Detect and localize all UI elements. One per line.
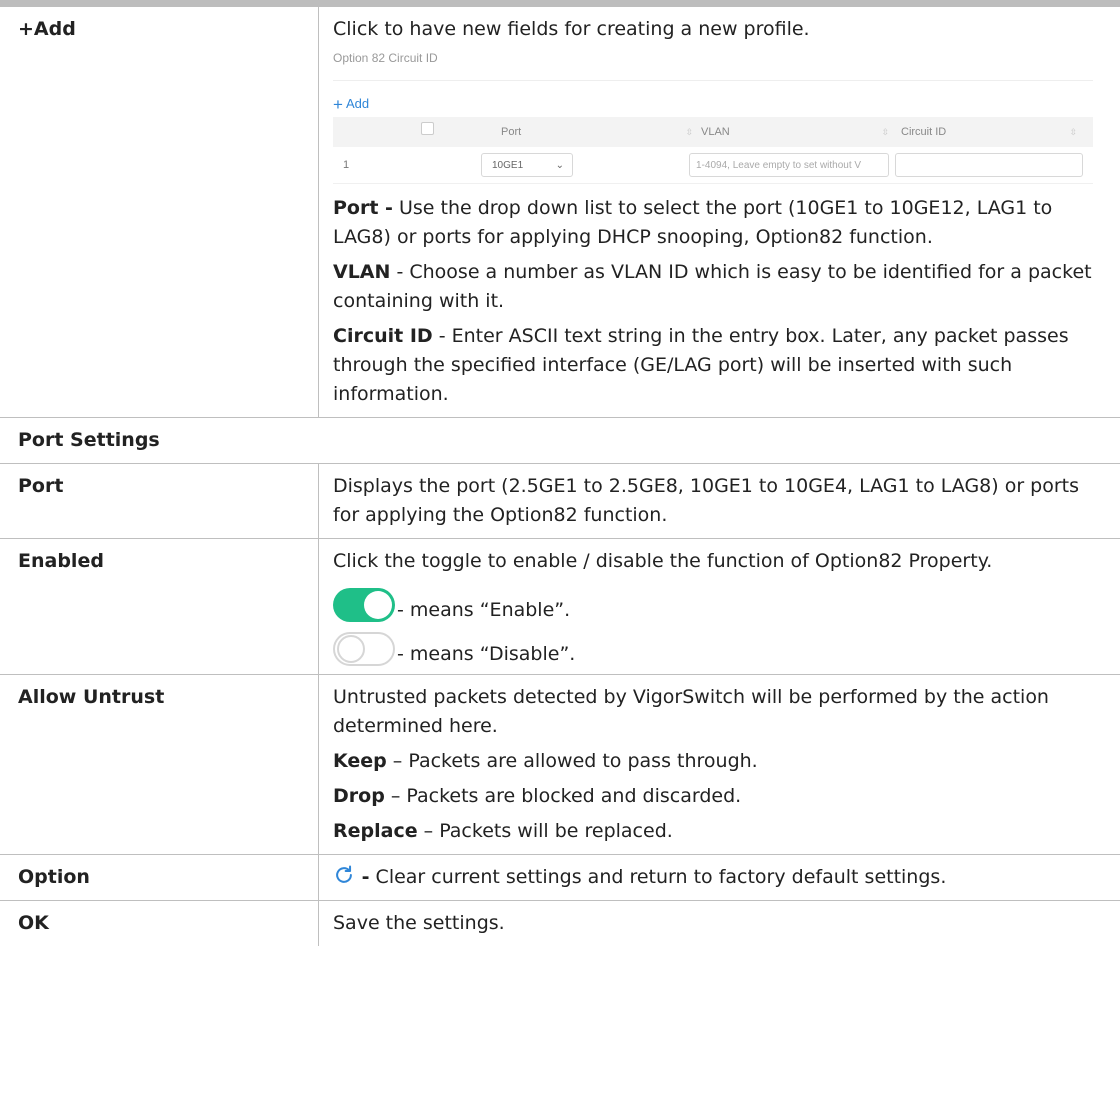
chevron-down-icon: ⌄ <box>555 159 564 171</box>
sort-icon[interactable]: ⇳ <box>685 118 693 147</box>
allow-item-keep: Keep – Packets are allowed to pass throu… <box>333 747 1108 776</box>
shot-divider <box>333 80 1093 81</box>
enable-text: - means “Enable”. <box>397 599 571 621</box>
sort-icon[interactable]: ⇳ <box>1069 118 1077 147</box>
disable-text: - means “Disable”. <box>397 643 576 665</box>
shot-header-vlan: VLAN ⇳ <box>701 118 901 147</box>
toggle-on-icon <box>333 588 395 622</box>
shot-table-row: 1 10GE1 ⌄ 1-4094, Leave empty to set wit… <box>333 147 1093 184</box>
section-title: Port Settings <box>18 429 160 451</box>
enabled-text: Click the toggle to enable / disable the… <box>333 550 993 572</box>
enable-line: - means “Enable”. <box>333 582 1108 622</box>
add-intro: Click to have new fields for creating a … <box>333 18 810 40</box>
option-text: Clear current settings and return to fac… <box>369 866 947 888</box>
add-item-circuit: Circuit ID - Enter ASCII text string in … <box>333 322 1108 409</box>
add-item-vlan: VLAN - Choose a number as VLAN ID which … <box>333 258 1108 316</box>
row-index: 1 <box>343 158 350 171</box>
row-option: Option - Clear current settings and retu… <box>0 854 1120 901</box>
text-vlan: - Choose a number as VLAN ID which is ea… <box>333 261 1092 312</box>
text-keep: – Packets are allowed to pass through. <box>386 750 758 772</box>
top-border <box>0 0 1120 7</box>
vlan-input-cell: 1-4094, Leave empty to set without V <box>689 153 895 177</box>
sort-icon[interactable]: ⇳ <box>881 118 889 147</box>
row-desc-option: - Clear current settings and return to f… <box>319 855 1120 901</box>
header-port-label: Port <box>501 125 522 138</box>
text-circuit: - Enter ASCII text string in the entry b… <box>333 325 1069 405</box>
allow-item-replace: Replace – Packets will be replaced. <box>333 817 1108 846</box>
shot-header-circuit: Circuit ID ⇳ <box>901 118 1091 147</box>
term-vlan: VLAN <box>333 261 391 283</box>
allow-text: Untrusted packets detected by VigorSwitc… <box>333 686 1049 737</box>
row-enabled: Enabled Click the toggle to enable / dis… <box>0 538 1120 675</box>
header-circuit-label: Circuit ID <box>901 125 947 138</box>
term-port: Port - <box>333 197 393 219</box>
port-select-value: 10GE1 <box>492 159 524 171</box>
row-label-add: +Add <box>0 7 319 418</box>
text-replace: – Packets will be replaced. <box>417 820 673 842</box>
port-select[interactable]: 10GE1 ⌄ <box>481 153 573 177</box>
row-port: Port Displays the port (2.5GE1 to 2.5GE8… <box>0 463 1120 539</box>
shot-header-select <box>333 118 501 147</box>
row-label-ok: OK <box>0 900 319 946</box>
text-port: Use the drop down list to select the por… <box>333 197 1053 248</box>
row-label-enabled: Enabled <box>0 538 319 675</box>
term-keep: Keep <box>333 750 387 772</box>
term-drop: Drop <box>333 785 385 807</box>
row-desc-add: Click to have new fields for creating a … <box>319 7 1120 418</box>
add-item-port: Port - Use the drop down list to select … <box>333 194 1108 252</box>
row-add: +Add Click to have new fields for creati… <box>0 7 1120 418</box>
text-drop: – Packets are blocked and discarded. <box>384 785 742 807</box>
row-ok: OK Save the settings. <box>0 900 1120 946</box>
row-label-allow: Allow Untrust <box>0 674 319 855</box>
term-circuit: Circuit ID <box>333 325 433 347</box>
plus-icon: + <box>333 94 343 114</box>
term-replace: Replace <box>333 820 418 842</box>
row-allow-untrust: Allow Untrust Untrusted packets detected… <box>0 674 1120 855</box>
embedded-screenshot: Option 82 Circuit ID + Add Port ⇳ VLAN ⇳… <box>333 50 1093 184</box>
shot-title: Option 82 Circuit ID <box>333 51 438 65</box>
allow-item-drop: Drop – Packets are blocked and discarded… <box>333 782 1108 811</box>
row-desc-ok: Save the settings. <box>333 912 505 934</box>
refresh-icon <box>336 865 352 883</box>
row-section: Port Settings <box>0 418 1120 464</box>
option-dash: - <box>355 866 370 888</box>
disable-line: - means “Disable”. <box>333 626 1108 666</box>
row-desc-enabled: Click the toggle to enable / disable the… <box>319 539 1120 675</box>
circuit-input-cell <box>895 153 1085 177</box>
shot-add-label: Add <box>345 96 370 111</box>
circuit-id-input[interactable] <box>895 153 1083 177</box>
port-select-cell: 10GE1 ⌄ <box>481 153 689 177</box>
header-vlan-label: VLAN <box>701 125 730 138</box>
shot-add-button[interactable]: + Add <box>333 95 1093 113</box>
row-label-port: Port <box>0 463 319 539</box>
row-desc-port: Displays the port (2.5GE1 to 2.5GE8, 10G… <box>333 475 1080 526</box>
row-label-option: Option <box>0 854 319 901</box>
vlan-input[interactable]: 1-4094, Leave empty to set without V <box>689 153 889 177</box>
shot-table-header: Port ⇳ VLAN ⇳ Circuit ID ⇳ <box>333 117 1093 147</box>
row-desc-allow: Untrusted packets detected by VigorSwitc… <box>319 675 1120 855</box>
select-all-checkbox[interactable] <box>421 121 434 135</box>
shot-header-port: Port ⇳ <box>501 118 701 147</box>
settings-table: +Add Click to have new fields for creati… <box>0 7 1120 946</box>
toggle-off-icon <box>333 632 395 666</box>
